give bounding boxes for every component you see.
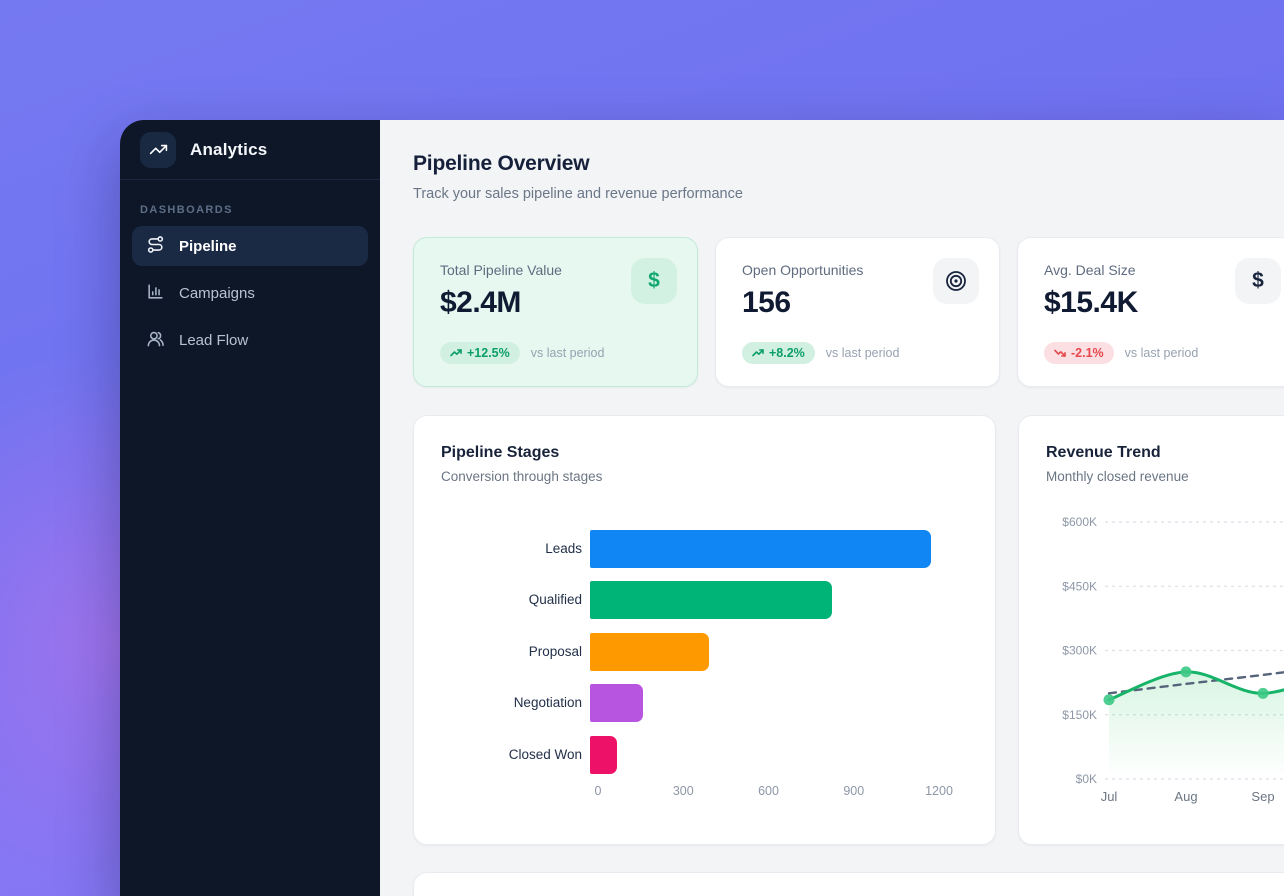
sidebar-item-label: Campaigns (179, 285, 255, 302)
kpi-card-open-opportunities: Open Opportunities 156 +8.2% vs last per… (715, 237, 1000, 387)
sidebar-item-label: Pipeline (179, 238, 237, 255)
trending-down-icon (1054, 347, 1066, 359)
bar-category-label: Qualified (414, 592, 590, 608)
bar-category-label: Proposal (414, 644, 590, 660)
brand-name: Analytics (190, 140, 267, 160)
desktop-background: Analytics DASHBOARDS Pipeline (0, 0, 1284, 896)
kpi-card-total-pipeline-value: Total Pipeline Value $2.4M +12.5% vs las… (413, 237, 698, 387)
dollar-icon: $ (631, 258, 677, 304)
kpi-note: vs last period (1125, 346, 1199, 360)
bottom-card (413, 872, 1284, 896)
sidebar-item-lead-flow[interactable]: Lead Flow (132, 320, 368, 360)
bar-category-label: Negotiation (414, 695, 590, 711)
sidebar-nav: Pipeline Campaigns (120, 226, 380, 360)
sidebar-item-campaigns[interactable]: Campaigns (132, 273, 368, 313)
pipeline-stages-card: Pipeline Stages Conversion through stage… (413, 415, 996, 845)
dollar-icon: $ (1235, 258, 1281, 304)
bar-category-label: Leads (414, 541, 590, 557)
delta-badge: -2.1% (1044, 342, 1114, 364)
data-point (1181, 666, 1192, 677)
page-title: Pipeline Overview (413, 152, 589, 176)
area-fill (1109, 668, 1284, 779)
sidebar-item-pipeline[interactable]: Pipeline (132, 226, 368, 266)
bar-row: Qualified (414, 575, 995, 627)
app-window: Analytics DASHBOARDS Pipeline (120, 120, 1284, 896)
data-point (1258, 688, 1269, 699)
x-tick-label: 600 (758, 784, 779, 798)
bar-category-label: Closed Won (414, 747, 590, 763)
kpi-note: vs last period (531, 346, 605, 360)
bar-row: Closed Won (414, 729, 995, 781)
brand: Analytics (120, 120, 380, 180)
y-tick-label: $0K (1076, 772, 1097, 786)
bar (590, 684, 643, 722)
sidebar-item-label: Lead Flow (179, 332, 248, 349)
bar (590, 633, 709, 671)
x-tick-label: 300 (673, 784, 694, 798)
y-tick-label: $600K (1062, 515, 1097, 529)
chart-subtitle: Conversion through stages (441, 469, 602, 484)
bar (590, 736, 617, 774)
sidebar: Analytics DASHBOARDS Pipeline (120, 120, 380, 896)
route-icon (146, 235, 165, 258)
bar (590, 581, 832, 619)
x-tick-label: Sep (1251, 789, 1274, 804)
y-tick-label: $450K (1062, 579, 1097, 593)
charts-row: Pipeline Stages Conversion through stage… (413, 415, 1284, 845)
bar-row: Proposal (414, 626, 995, 678)
kpi-card-avg-deal-size: Avg. Deal Size $15.4K -2.1% vs last peri… (1017, 237, 1284, 387)
bar-chart-x-axis: 03006009001200 (598, 784, 939, 800)
x-tick-label: Aug (1174, 789, 1197, 804)
bar-chart: Leads Qualified Proposal Negotiation Closed … (414, 523, 995, 781)
trending-up-icon (752, 347, 764, 359)
trending-up-icon (450, 347, 462, 359)
x-tick-label: 0 (595, 784, 602, 798)
revenue-trend-card: Revenue Trend Monthly closed revenue $0K… (1018, 415, 1284, 845)
sidebar-section-label: DASHBOARDS (140, 204, 360, 216)
delta-badge: +8.2% (742, 342, 815, 364)
page-subtitle: Track your sales pipeline and revenue pe… (413, 186, 743, 202)
bar (590, 530, 931, 568)
target-icon (933, 258, 979, 304)
x-tick-label: Jul (1101, 789, 1118, 804)
x-tick-label: 1200 (925, 784, 953, 798)
delta-badge: +12.5% (440, 342, 520, 364)
chart-title: Pipeline Stages (441, 444, 559, 462)
x-tick-label: 900 (843, 784, 864, 798)
analytics-logo-icon (140, 132, 176, 168)
y-tick-label: $300K (1062, 644, 1097, 658)
main-content: Pipeline Overview Track your sales pipel… (380, 120, 1284, 896)
kpi-note: vs last period (826, 346, 900, 360)
bar-row: Leads (414, 523, 995, 575)
data-point (1104, 694, 1115, 705)
y-tick-label: $150K (1062, 708, 1097, 722)
bar-chart-icon (146, 282, 165, 305)
line-chart: $0K $150K $300K $450K $600K Jul Aug Sep (1019, 416, 1284, 846)
kpi-row: Total Pipeline Value $2.4M +12.5% vs las… (413, 237, 1284, 387)
users-icon (146, 329, 165, 352)
bar-row: Negotiation (414, 678, 995, 730)
